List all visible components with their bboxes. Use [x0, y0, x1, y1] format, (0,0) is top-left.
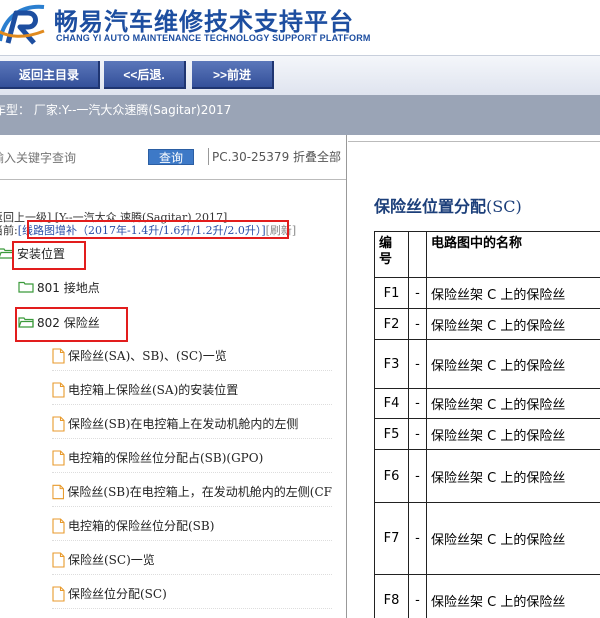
document-icon — [52, 484, 64, 499]
tree-item[interactable]: 保险丝位分配(SC) — [52, 579, 332, 609]
tree-folder-801-label: 801 接地点 — [37, 280, 100, 295]
cell-dash: - — [408, 502, 427, 575]
divider — [0, 179, 346, 180]
app-root: 畅易汽车维修技术支持平台 CHANG YI AUTO MAINTENANCE T… — [0, 0, 600, 618]
search-row: 查询 PC.30-25379 折叠全部 — [0, 147, 346, 169]
tree-item-label: 保险丝(SB)在电控箱上在发动机舱内的左侧 — [68, 417, 299, 431]
document-icon — [52, 449, 65, 466]
document-icon — [52, 517, 65, 534]
breadcrumb-current-prefix: 当前: — [0, 224, 18, 237]
forward-button[interactable]: >>前进 — [192, 61, 274, 89]
tree-item[interactable]: 保险丝(SC)一览 — [52, 545, 332, 575]
highlight-box-current — [27, 220, 289, 239]
col-header-id: 编号 — [374, 231, 409, 278]
content-panel: 保险丝位置分配(SC) 编号 电路图中的名称 F1 - 保险丝架 C 上的保险丝… — [348, 135, 600, 618]
tree-item[interactable]: 电控箱的保险丝位分配(SB) — [52, 511, 332, 541]
tree-item[interactable]: 保险丝(SA)、SB)、(SC)一览 — [52, 341, 332, 371]
tree-item[interactable]: 电控箱上保险丝(SA)的安装位置 — [52, 375, 332, 405]
cell-name: 保险丝架 C 上的保险丝 — [426, 449, 600, 503]
document-icon — [52, 381, 65, 398]
folder-icon — [18, 281, 34, 293]
highlight-box-root — [12, 241, 86, 270]
tree-item[interactable]: 保险丝(SB)在电控箱上，在发动机舱内的左侧(CF — [52, 477, 332, 507]
header: 畅易汽车维修技术支持平台 CHANG YI AUTO MAINTENANCE T… — [0, 0, 600, 55]
table-row: F1 - 保险丝架 C 上的保险丝 — [374, 277, 600, 309]
table-row: F3 - 保险丝架 C 上的保险丝 — [374, 339, 600, 389]
tree-item[interactable]: 保险丝(SB)在电控箱上在发动机舱内的左侧 — [52, 409, 332, 439]
cell-id: F2 — [374, 308, 409, 340]
tree-item-label: 保险丝(SB)在电控箱上，在发动机舱内的左侧(CF — [67, 485, 332, 499]
col-header-name: 电路图中的名称 — [426, 231, 600, 278]
cell-name: 保险丝架 C 上的保险丝 — [426, 574, 600, 618]
tree-folder-801[interactable]: 801 接地点 — [18, 272, 100, 302]
vehicle-info-text: 车型： 厂家:Y--一汽大众速腾(Sagitar)2017 — [0, 103, 232, 117]
cell-name: 保险丝架 C 上的保险丝 — [426, 308, 600, 340]
document-icon — [52, 415, 65, 432]
cell-dash: - — [408, 449, 427, 503]
cell-name: 保险丝架 C 上的保险丝 — [426, 277, 600, 309]
vehicle-info-bar: 车型： 厂家:Y--一汽大众速腾(Sagitar)2017 — [0, 95, 600, 135]
cell-name: 保险丝架 C 上的保险丝 — [426, 418, 600, 450]
document-icon — [52, 551, 65, 568]
brand-logo-icon — [0, 4, 45, 45]
table-row: F5 - 保险丝架 C 上的保险丝 — [374, 418, 600, 450]
cell-name: 保险丝架 C 上的保险丝 — [426, 388, 600, 419]
cell-name: 保险丝架 C 上的保险丝 — [426, 502, 600, 575]
left-tree-panel: 查询 PC.30-25379 折叠全部 返回上一级] [Y--一汽大众 速腾(S… — [0, 135, 347, 618]
home-button[interactable]: 返回主目录 — [0, 61, 100, 89]
document-icon — [52, 585, 65, 602]
search-input[interactable] — [0, 147, 140, 169]
cell-dash: - — [408, 418, 427, 450]
brand-subtitle: CHANG YI AUTO MAINTENANCE TECHNOLOGY SUP… — [56, 33, 371, 43]
cell-dash: - — [408, 339, 427, 389]
table-header-row: 编号 电路图中的名称 — [374, 231, 600, 278]
pc-code-collapse-all[interactable]: PC.30-25379 折叠全部 — [208, 148, 341, 165]
tree-item-label: 电控箱的保险丝位分配占(SB)(GPO) — [68, 451, 264, 465]
page-title-text: 保险丝位置分配 — [374, 197, 487, 216]
fuse-table: 编号 电路图中的名称 F1 - 保险丝架 C 上的保险丝 F2 - 保险丝架 C… — [374, 231, 600, 618]
table-row: F8 - 保险丝架 C 上的保险丝 — [374, 574, 600, 618]
table-row: F2 - 保险丝架 C 上的保险丝 — [374, 308, 600, 340]
page-title: 保险丝位置分配(SC) — [374, 193, 522, 217]
tree-item-label: 保险丝(SC)一览 — [68, 553, 155, 567]
col-header-dash — [408, 231, 427, 278]
brand-title: 畅易汽车维修技术支持平台 — [54, 8, 354, 36]
table-row: F6 - 保险丝架 C 上的保险丝 — [374, 449, 600, 503]
cell-id: F7 — [374, 502, 409, 575]
cell-dash: - — [408, 277, 427, 309]
toolbar: 返回主目录 <<后退. >>前进 — [0, 55, 600, 95]
search-button[interactable]: 查询 — [148, 149, 194, 165]
tree-item-label: 保险丝(SA)、SB)、(SC)一览 — [68, 349, 227, 363]
cell-dash: - — [408, 574, 427, 618]
tree-item-label: 电控箱的保险丝位分配(SB) — [68, 519, 215, 533]
cell-id: F5 — [374, 418, 409, 450]
highlight-box-802 — [15, 307, 128, 342]
table-row: F4 - 保险丝架 C 上的保险丝 — [374, 388, 600, 419]
cell-dash: - — [408, 388, 427, 419]
page-title-suffix: (SC) — [486, 197, 522, 216]
cell-dash: - — [408, 308, 427, 340]
cell-id: F6 — [374, 449, 409, 503]
cell-name: 保险丝架 C 上的保险丝 — [426, 339, 600, 389]
document-icon — [52, 347, 65, 364]
cell-id: F1 — [374, 277, 409, 309]
tree-item[interactable]: 电控箱的保险丝位分配占(SB)(GPO) — [52, 443, 332, 473]
back-button[interactable]: <<后退. — [104, 61, 186, 89]
table-row: F7 - 保险丝架 C 上的保险丝 — [374, 502, 600, 575]
tree-item-label: 保险丝位分配(SC) — [68, 587, 167, 601]
cell-id: F3 — [374, 339, 409, 389]
divider — [348, 141, 600, 142]
cell-id: F4 — [374, 388, 409, 419]
cell-id: F8 — [374, 574, 409, 618]
tree-item-label: 电控箱上保险丝(SA)的安装位置 — [68, 383, 239, 397]
